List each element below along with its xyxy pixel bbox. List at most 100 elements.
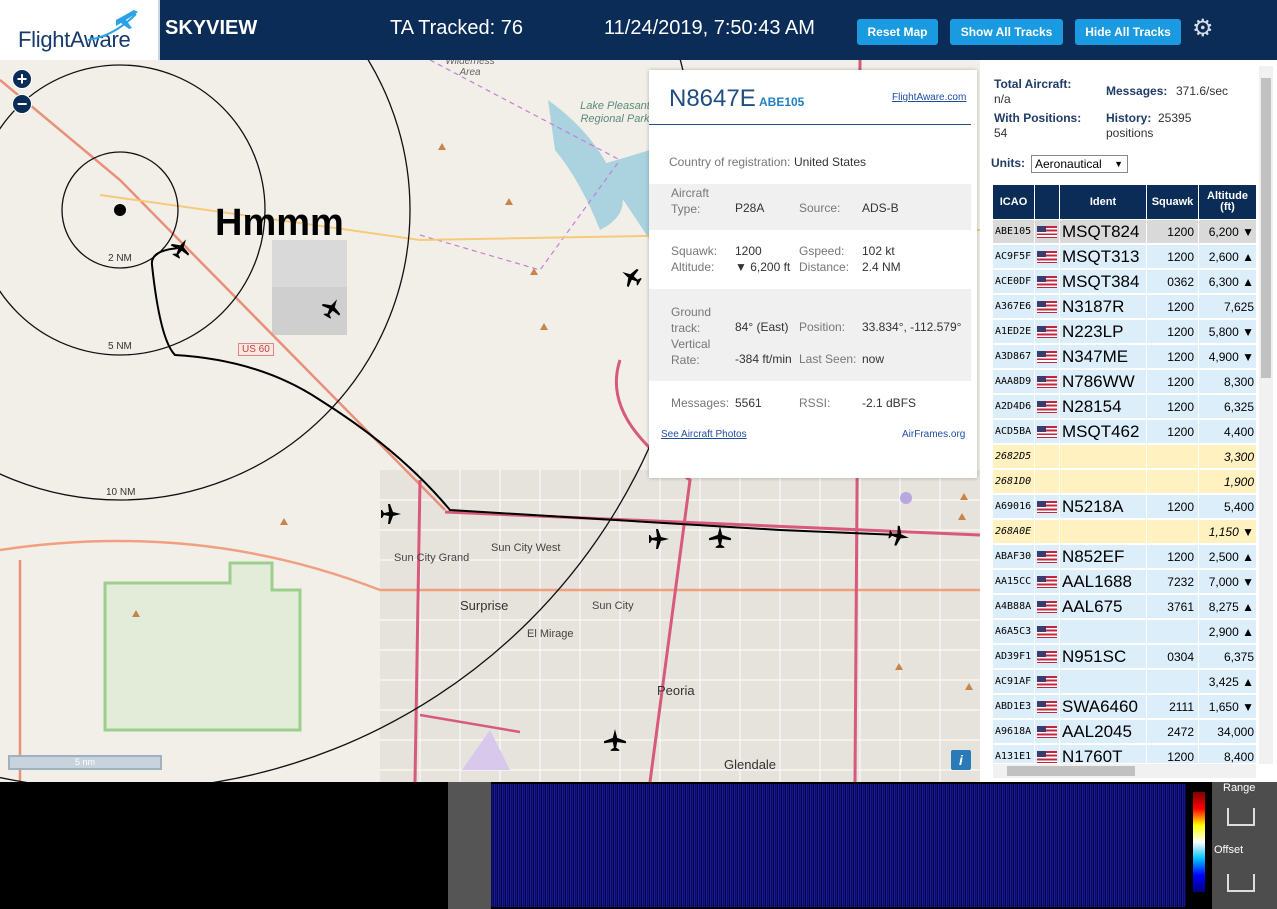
vertical-scrollbar[interactable] (1259, 66, 1273, 764)
range-ring-label: 2 NM (108, 253, 132, 264)
place-label: Surprise (460, 598, 509, 613)
airframes-link[interactable]: AirFrames.org (902, 429, 965, 440)
gspeed-value: 102 kt (862, 244, 895, 258)
row-squawk (1147, 444, 1199, 469)
zoom-out-button[interactable]: − (12, 94, 32, 114)
col-flag[interactable] (1035, 185, 1060, 219)
row-altitude: 1,900 (1223, 474, 1254, 489)
flightaware-logo[interactable]: FlightAware (0, 0, 160, 60)
row-ident: SWA6460 (1060, 694, 1147, 719)
waterfall-display (491, 784, 1186, 907)
aircraft-photos-link[interactable]: See Aircraft Photos (661, 429, 747, 440)
range-slider[interactable] (1227, 808, 1255, 826)
row-flag (1035, 344, 1060, 369)
table-row[interactable]: 2681D0 1,900 (993, 469, 1256, 494)
aircraft-icon[interactable] (380, 503, 402, 525)
aircraft-icon[interactable] (321, 297, 343, 319)
row-icao: ABE105 (993, 219, 1035, 244)
table-row[interactable]: AAA8D9 N786WW 1200 8,300 (993, 369, 1256, 394)
table-row[interactable]: ABAF30 N852EF 1200 2,500 ▲ (993, 544, 1256, 569)
row-icao: AC9F5F (993, 244, 1035, 269)
show-all-tracks-button[interactable]: Show All Tracks (950, 19, 1063, 45)
table-row[interactable]: AD39F1 N951SC 0304 6,375 (993, 644, 1256, 669)
row-icao: A1ED2E (993, 319, 1035, 344)
table-row[interactable]: A131E1 N1760T 1200 8,400 (993, 744, 1256, 763)
row-squawk: 1200 (1147, 744, 1199, 763)
row-flag (1035, 494, 1060, 519)
row-icao: A131E1 (993, 744, 1035, 763)
table-row[interactable]: A2D4D6 N28154 1200 6,325 (993, 394, 1256, 419)
row-squawk: 1200 (1147, 394, 1199, 419)
col-icao[interactable]: ICAO (993, 185, 1035, 219)
us-flag-icon (1037, 500, 1057, 513)
top-bar: FlightAware SKYVIEW TA Tracked: 76 11/24… (0, 0, 1277, 60)
spectrum-controls: Range Offset (1212, 782, 1277, 909)
table-row[interactable]: ACE0DF MSQT384 0362 6,300 ▲ (993, 269, 1256, 294)
row-flag (1035, 569, 1060, 594)
gear-icon[interactable]: ⚙ (1192, 17, 1216, 41)
row-flag (1035, 694, 1060, 719)
row-squawk (1147, 469, 1199, 494)
scroll-thumb[interactable] (1007, 766, 1135, 776)
table-row[interactable]: ABD1E3 SWA6460 2111 1,650 ▼ (993, 694, 1256, 719)
col-altitude[interactable]: Altitude (ft) (1199, 185, 1256, 219)
aircraft-icon[interactable] (603, 728, 627, 752)
row-ident (1060, 669, 1147, 694)
table-row[interactable]: AC91AF 3,425 ▲ (993, 669, 1256, 694)
row-squawk: 0362 (1147, 269, 1199, 294)
aircraft-icon[interactable] (708, 525, 732, 549)
row-ident: MSQT824 (1060, 219, 1147, 244)
aircraft-icon[interactable] (648, 528, 670, 550)
info-icon[interactable]: i (951, 750, 971, 770)
table-row[interactable]: A3D867 N347ME 1200 4,900 ▼ (993, 344, 1256, 369)
scroll-thumb[interactable] (1261, 78, 1271, 378)
table-row[interactable]: 268A0E 1,150 ▼ (993, 519, 1256, 544)
place-label: Sun City (592, 600, 634, 612)
table-row[interactable]: ABE105 MSQT824 1200 6,200 ▼ (993, 219, 1256, 244)
table-row[interactable]: AC9F5F MSQT313 1200 2,600 ▲ (993, 244, 1256, 269)
reset-map-button[interactable]: Reset Map (857, 19, 938, 45)
range-ring-label: 10 NM (106, 487, 136, 498)
col-squawk[interactable]: Squawk (1147, 185, 1199, 219)
row-altitude: 3,425 ▲ (1208, 674, 1254, 689)
aircraft-icon[interactable] (888, 525, 910, 547)
table-row[interactable]: A367E6 N3187R 1200 7,625 (993, 294, 1256, 319)
hide-all-tracks-button[interactable]: Hide All Tracks (1075, 19, 1181, 45)
app-name: SKYVIEW (165, 17, 258, 39)
row-altitude: 7,625 (1223, 299, 1254, 314)
plane-logo-icon (87, 10, 138, 41)
row-flag (1035, 444, 1060, 469)
aircraft-icon[interactable] (170, 237, 192, 259)
offset-slider[interactable] (1227, 874, 1255, 892)
col-ident[interactable]: Ident (1060, 185, 1147, 219)
zoom-in-button[interactable]: + (12, 69, 32, 89)
distance-label: Distance: (799, 260, 850, 274)
total-aircraft-value: n/a (994, 92, 1011, 106)
row-flag (1035, 244, 1060, 269)
aircraft-icon[interactable] (620, 266, 642, 288)
units-select[interactable]: Aeronautical ▼ (1031, 155, 1128, 173)
table-row[interactable]: AA15CC AAL1688 7232 7,000 ▼ (993, 569, 1256, 594)
row-icao: AAA8D9 (993, 369, 1035, 394)
table-row[interactable]: A4B88A AAL675 3761 8,275 ▲ (993, 594, 1256, 619)
us-flag-icon (1037, 700, 1057, 713)
wilderness-label: Wilderness Area (445, 60, 495, 78)
rssi-value: -2.1 dBFS (862, 396, 917, 410)
flightaware-link[interactable]: FlightAware.com (892, 92, 966, 103)
table-row[interactable]: A1ED2E N223LP 1200 5,800 ▼ (993, 319, 1256, 344)
horizontal-scrollbar[interactable] (993, 764, 1256, 778)
table-row[interactable]: A6A5C3 2,900 ▲ (993, 619, 1256, 644)
row-ident: AAL2045 (1060, 719, 1147, 744)
popup-callsign: N8647E (669, 85, 756, 112)
row-icao: 2681D0 (993, 469, 1035, 494)
history-value: 25395 positions (1106, 111, 1192, 140)
table-row[interactable]: 2682D5 3,300 (993, 444, 1256, 469)
table-row[interactable]: ACD5BA MSQT462 1200 4,400 (993, 419, 1256, 444)
messages-rate-value: 371.6/sec (1176, 84, 1229, 98)
row-icao: A4B88A (993, 594, 1035, 619)
row-icao: A3D867 (993, 344, 1035, 369)
table-row[interactable]: A69016 N5218A 1200 5,400 (993, 494, 1256, 519)
table-row[interactable]: A9618A AAL2045 2472 34,000 (993, 719, 1256, 744)
with-positions-value: 54 (994, 126, 1008, 140)
country-label: Country of registration: (669, 155, 791, 169)
